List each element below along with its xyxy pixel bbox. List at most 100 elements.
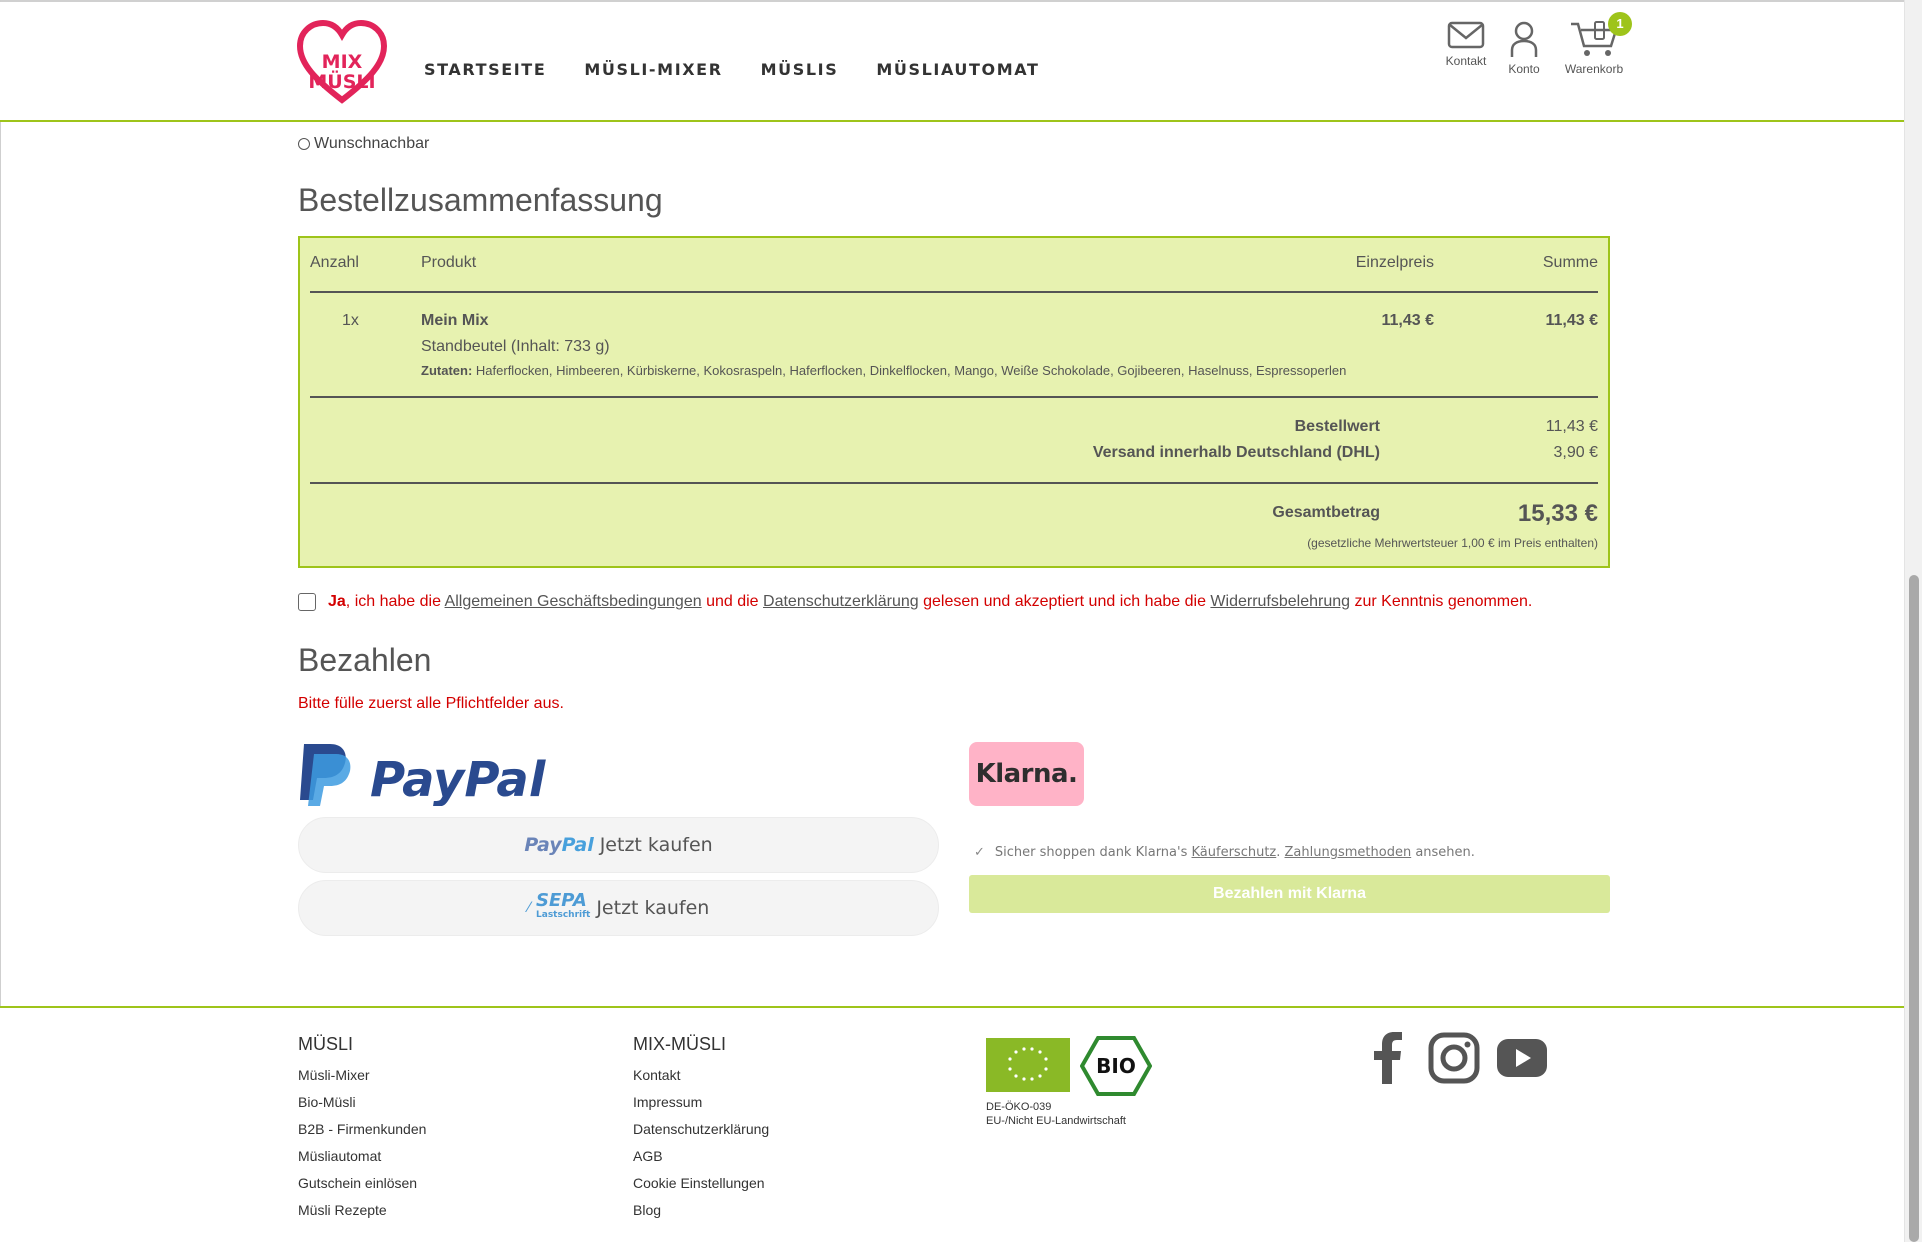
cart-count-badge: 1 [1608,12,1632,36]
paypal-buy-button[interactable]: PayPal Jetzt kaufen [298,817,939,873]
logo-text-bottom: MÜSLI [308,69,375,93]
logo-text-top: MIX [322,51,363,73]
sepa-logo: SEPA Lastschrift [536,892,591,922]
divider [310,396,1598,398]
user-icon [1510,21,1538,57]
footer-col-title: MIX-MÜSLI [633,1034,727,1054]
col-header-product: Produkt [421,254,477,271]
footer-col-mix-muesli: MIX-MÜSLI Kontakt Impressum Datenschutze… [633,1034,769,1229]
agb-link[interactable]: Allgemeinen Geschäftsbedingungen [445,593,702,610]
required-fields-error: Bitte fülle zuerst alle Pflichtfelder au… [298,695,564,712]
radio-button[interactable] [298,138,310,150]
footer-link[interactable]: Impressum [633,1094,769,1110]
terms-ja: Ja [328,593,346,610]
sepa-sub: Lastschrift [536,910,591,920]
nav-muesli-mixer[interactable]: MÜSLI-MIXER [584,60,722,79]
vat-note: (gesetzliche Mehrwertsteuer 1,00 € im Pr… [1307,536,1598,550]
youtube-icon[interactable] [1496,1038,1548,1083]
footer-link[interactable]: Blog [633,1202,769,1218]
sepa-buy-button[interactable]: ⁄ SEPA Lastschrift Jetzt kaufen [298,880,939,936]
header-contact-label: Kontakt [1445,54,1487,68]
paypal-brand-b: Pal [561,834,594,856]
eu-organic-leaf-icon [986,1038,1070,1092]
page-scrollbar[interactable] [1904,0,1922,1242]
main-nav: STARTSEITE MÜSLI-MIXER MÜSLIS MÜSLIAUTOM… [424,60,1040,79]
nav-mueslis[interactable]: MÜSLIS [761,60,839,79]
footer-link[interactable]: Cookie Einstellungen [633,1175,769,1191]
shipping-label: Versand innerhalb Deutschland (DHL) [1092,444,1380,461]
footer-link[interactable]: Müsliautomat [298,1148,426,1164]
bio-seal-icon: BIO [1079,1036,1153,1101]
nav-startseite[interactable]: STARTSEITE [424,60,546,79]
klarna-note-part: Sicher shoppen dank Klarna's [994,845,1192,860]
terms-agreement: Ja, ich habe die Allgemeinen Geschäftsbe… [298,593,1532,611]
footer-col-title: MÜSLI [298,1034,354,1054]
terms-text-part: gelesen und akzeptiert und ich habe die [918,593,1211,610]
header-contact[interactable]: Kontakt [1444,20,1488,68]
mail-icon [1447,21,1485,49]
header-account[interactable]: Konto [1506,20,1542,76]
klarna-buyer-protection-link[interactable]: Käuferschutz [1192,845,1277,860]
footer-link[interactable]: Bio-Müsli [298,1094,426,1110]
grand-total-label: Gesamtbetrag [1272,504,1380,521]
terms-checkbox[interactable] [298,593,316,611]
organic-certificate: DE-ÖKO-039 EU-/Nicht EU-Landwirtschaft [986,1100,1126,1128]
col-header-total: Summe [1542,254,1598,271]
ingredients-label: Zutaten: [421,363,473,378]
cert-origin: EU-/Nicht EU-Landwirtschaft [986,1115,1126,1127]
nav-muesliautomat[interactable]: MÜSLIAUTOMAT [876,60,1039,79]
footer-link[interactable]: Müsli-Mixer [298,1067,426,1083]
klarna-payment-methods-link[interactable]: Zahlungsmethoden [1285,845,1412,860]
divider [310,291,1598,293]
facebook-icon[interactable] [1372,1032,1402,1089]
grand-total: 15,33 € [1517,500,1598,527]
footer-link[interactable]: Müsli Rezepte [298,1202,426,1218]
order-value: 11,43 € [1545,418,1598,435]
terms-text-part: , ich habe die [345,593,445,610]
divider [310,482,1598,484]
ingredients-list: Haferflocken, Himbeeren, Kürbiskerne, Ko… [475,363,1347,378]
scrollbar-thumb[interactable] [1909,575,1919,1242]
instagram-icon[interactable] [1428,1032,1480,1089]
header-account-label: Konto [1508,62,1540,76]
pay-with-klarna-button[interactable]: Bezahlen mit Klarna [969,875,1610,913]
order-summary: Anzahl Produkt Einzelpreis Summe 1x Mein… [298,236,1610,568]
privacy-link[interactable]: Datenschutzerklärung [763,593,919,610]
shipping-cost: 3,90 € [1553,444,1598,461]
summary-title: Bestellzusammenfassung [298,182,663,218]
footer-link[interactable]: B2B - Firmenkunden [298,1121,426,1137]
header-cart-label: Warenkorb [1564,62,1624,76]
paypal-logo: PayPal [298,740,560,811]
footer-link[interactable]: AGB [633,1148,769,1164]
item-variant: Standbeutel (Inhalt: 733 g) [421,338,610,355]
klarna-note-part: ansehen. [1411,845,1475,860]
bio-seal-text: BIO [1096,1054,1136,1078]
withdrawal-link[interactable]: Widerrufsbelehrung [1210,593,1350,610]
klarna-logo: Klarna. [969,742,1084,806]
cert-code: DE-ÖKO-039 [986,1101,1052,1113]
terms-text-part: und die [701,593,764,610]
delivery-option-label: Wunschnachbar [314,135,430,152]
paypal-brand-a: Pay [524,834,562,856]
paypal-button-label: Jetzt kaufen [599,834,713,856]
mix-muesli-logo[interactable]: MIX MÜSLI [296,19,388,106]
col-header-qty: Anzahl [310,254,359,271]
site-footer: MÜSLI Müsli-Mixer Bio-Müsli B2B - Firmen… [0,1006,1904,1242]
sepa-icon: ⁄ [527,900,531,916]
paypal-logo-text: PayPal [370,752,546,806]
item-ingredients: Zutaten: Haferflocken, Himbeeren, Kürbis… [421,363,1346,378]
footer-link[interactable]: Gutschein einlösen [298,1175,426,1191]
order-value-label: Bestellwert [1294,418,1380,435]
footer-col-muesli: MÜSLI Müsli-Mixer Bio-Müsli B2B - Firmen… [298,1034,426,1229]
terms-text-part: zur Kenntnis genommen. [1350,593,1533,610]
footer-link[interactable]: Datenschutzerklärung [633,1121,769,1137]
item-total: 11,43 € [1545,312,1599,329]
paypal-button-brand: PayPal [524,834,593,856]
klarna-note-text: Sicher shoppen dank Klarna's Käuferschut… [995,845,1475,860]
payment-title: Bezahlen [298,642,432,678]
check-icon: ✓ [974,845,985,860]
footer-link[interactable]: Kontakt [633,1067,769,1083]
terms-text: Ja, ich habe die Allgemeinen Geschäftsbe… [328,593,1532,611]
item-qty: 1x [342,312,359,329]
delivery-option-wunschnachbar[interactable]: Wunschnachbar [298,135,429,153]
